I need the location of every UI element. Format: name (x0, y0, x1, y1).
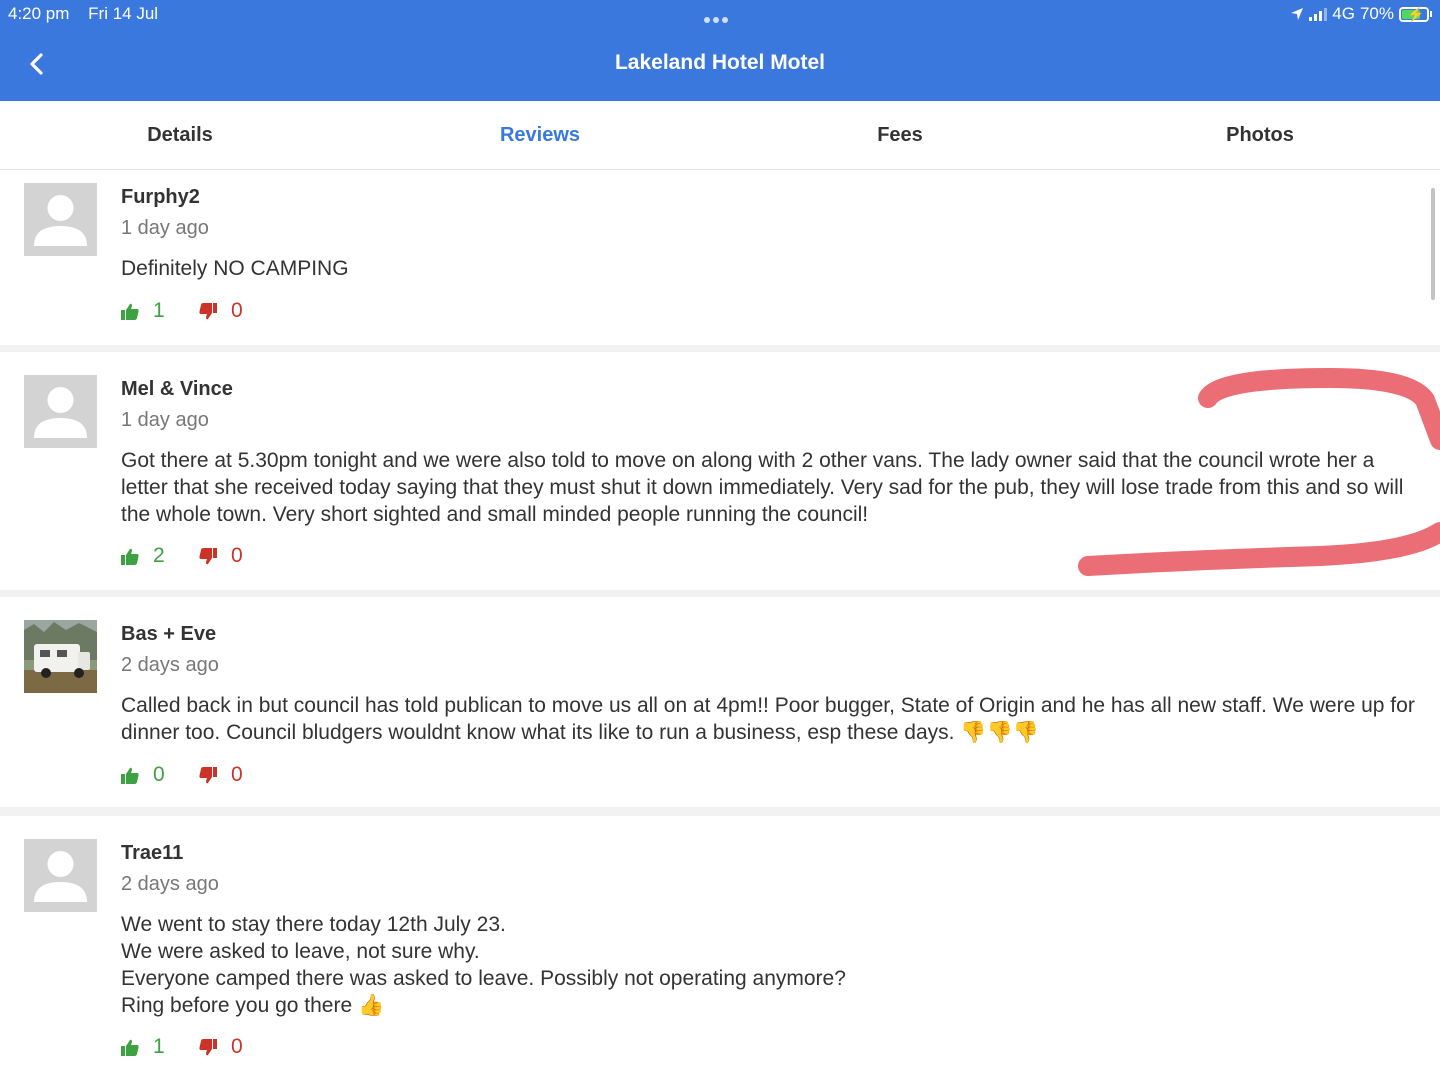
review-date: 2 days ago (121, 873, 219, 895)
campervan-photo (24, 620, 97, 693)
downvote-count: 0 (231, 1035, 243, 1058)
user-placeholder-icon (34, 851, 87, 902)
upvote-count: 2 (153, 544, 165, 567)
review-author: Furphy2 (121, 186, 200, 208)
review-author: Trae11 (121, 842, 184, 864)
vote-row: 2 0 (121, 543, 243, 569)
user-placeholder-icon (34, 195, 87, 246)
upvote-button[interactable]: 1 (121, 299, 199, 323)
signal-strength-icon (1309, 7, 1328, 21)
network-type: 4G (1332, 4, 1355, 23)
review-card: Trae11 2 days ago We went to stay there … (0, 816, 1440, 1080)
tab-bar: Details Reviews Fees Photos (0, 101, 1440, 170)
app-bar: 4:20 pm Fri 14 Jul 4G 70% ⚡ Lakeland Hot… (0, 0, 1440, 101)
page-title: Lakeland Hotel Motel (614, 51, 826, 74)
avatar (24, 183, 97, 256)
downvote-button[interactable]: 0 (199, 544, 243, 568)
status-bar-right: 4G 70% ⚡ (1290, 4, 1432, 24)
thumbs-down-icon (199, 766, 217, 783)
status-time: 4:20 pm (8, 4, 70, 23)
downvote-count: 0 (231, 763, 243, 786)
thumbs-up-icon (121, 303, 139, 320)
review-date: 1 day ago (121, 409, 209, 431)
review-author: Bas + Eve (121, 623, 217, 645)
thumbs-up-icon (121, 1039, 139, 1056)
review-author: Mel & Vince (121, 378, 233, 400)
avatar (24, 620, 97, 693)
location-arrow-icon (1291, 8, 1304, 20)
upvote-count: 1 (153, 299, 165, 322)
multitasking-dots-icon[interactable] (704, 10, 731, 28)
tab-photos[interactable]: Photos (1080, 101, 1440, 169)
downvote-button[interactable]: 0 (199, 299, 243, 323)
review-card: Bas + Eve 2 days ago Called back in but … (0, 597, 1440, 807)
review-date: 1 day ago (121, 217, 209, 239)
downvote-button[interactable]: 0 (199, 1035, 243, 1059)
upvote-count: 0 (153, 763, 165, 786)
downvote-count: 0 (231, 544, 243, 567)
scrollbar[interactable] (1431, 188, 1435, 300)
review-text: Definitely NO CAMPING (121, 257, 349, 280)
thumbs-down-icon (199, 1038, 217, 1055)
thumbs-up-icon (121, 548, 139, 565)
battery-icon: ⚡ (1399, 6, 1429, 22)
upvote-button[interactable]: 2 (121, 544, 199, 568)
vote-row: 1 0 (121, 298, 243, 324)
tab-details[interactable]: Details (0, 101, 360, 169)
tab-reviews[interactable]: Reviews (360, 101, 720, 169)
status-bar-left: 4:20 pm Fri 14 Jul (8, 4, 172, 24)
review-text: Got there at 5.30pm tonight and we were … (121, 449, 1404, 526)
status-date: Fri 14 Jul (88, 4, 159, 23)
review-date: 2 days ago (121, 654, 219, 676)
thumbs-down-icon (199, 302, 217, 319)
upvote-button[interactable]: 0 (121, 763, 199, 787)
review-card: Mel & Vince 1 day ago Got there at 5.30p… (0, 352, 1440, 590)
upvote-count: 1 (153, 1035, 165, 1058)
review-card: Furphy2 1 day ago Definitely NO CAMPING … (0, 170, 1440, 345)
user-placeholder-icon (34, 387, 87, 438)
vote-row: 1 0 (121, 1034, 243, 1060)
downvote-button[interactable]: 0 (199, 763, 243, 787)
battery-percent: 70% (1359, 4, 1394, 23)
vote-row: 0 0 (121, 762, 243, 788)
thumbs-up-icon (121, 767, 139, 784)
avatar (24, 839, 97, 912)
tab-fees[interactable]: Fees (720, 101, 1080, 169)
avatar (24, 375, 97, 448)
thumbs-down-icon (199, 547, 217, 564)
downvote-count: 0 (231, 299, 243, 322)
review-text: We went to stay there today 12th July 23… (121, 913, 846, 1017)
review-text: Called back in but council has told publ… (121, 694, 1415, 744)
upvote-button[interactable]: 1 (121, 1035, 199, 1059)
